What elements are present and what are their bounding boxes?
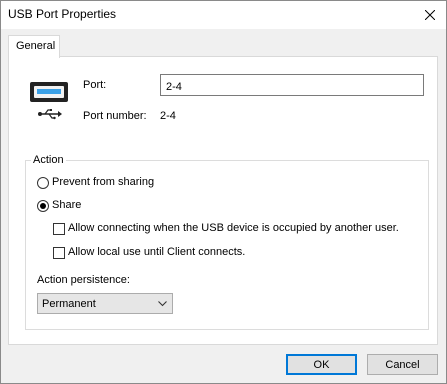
action-persistence-select[interactable]: Permanent — [37, 293, 173, 314]
port-label: Port: — [83, 79, 107, 91]
usb-device-icon — [28, 82, 72, 125]
allow-occupied-checkbox[interactable] — [53, 223, 65, 235]
action-persistence-label: Action persistence: — [37, 274, 130, 286]
general-tab-panel: Port: Port number: 2-4 Action Prevent fr… — [8, 56, 438, 345]
allow-occupied-label[interactable]: Allow connecting when the USB device is … — [68, 222, 399, 234]
ok-button[interactable]: OK — [286, 354, 357, 375]
port-input[interactable] — [160, 74, 424, 96]
share-label[interactable]: Share — [52, 199, 81, 211]
action-group: Action Prevent from sharing Share Allow … — [25, 154, 429, 330]
window-title: USB Port Properties — [8, 7, 117, 21]
cancel-button-label: Cancel — [385, 358, 420, 371]
close-button[interactable] — [420, 5, 440, 25]
port-number-value: 2-4 — [160, 110, 176, 122]
allow-local-checkbox[interactable] — [53, 247, 65, 259]
chevron-down-icon — [158, 301, 167, 307]
tab-general-label: General — [16, 40, 56, 52]
tab-general[interactable]: General — [8, 35, 60, 58]
prevent-sharing-radio[interactable] — [37, 177, 49, 189]
title-bar: USB Port Properties — [1, 1, 446, 29]
ok-button-label: OK — [313, 358, 330, 371]
close-icon — [425, 10, 435, 20]
share-radio[interactable] — [37, 200, 49, 212]
action-group-label: Action — [31, 154, 66, 166]
cancel-button[interactable]: Cancel — [367, 354, 438, 375]
port-number-label: Port number: — [83, 110, 147, 122]
allow-local-label[interactable]: Allow local use until Client connects. — [68, 246, 245, 258]
action-persistence-value: Permanent — [42, 298, 96, 310]
prevent-sharing-label[interactable]: Prevent from sharing — [52, 176, 154, 188]
usb-port-properties-dialog: USB Port Properties General Port: 2-4 Po… — [0, 0, 447, 384]
